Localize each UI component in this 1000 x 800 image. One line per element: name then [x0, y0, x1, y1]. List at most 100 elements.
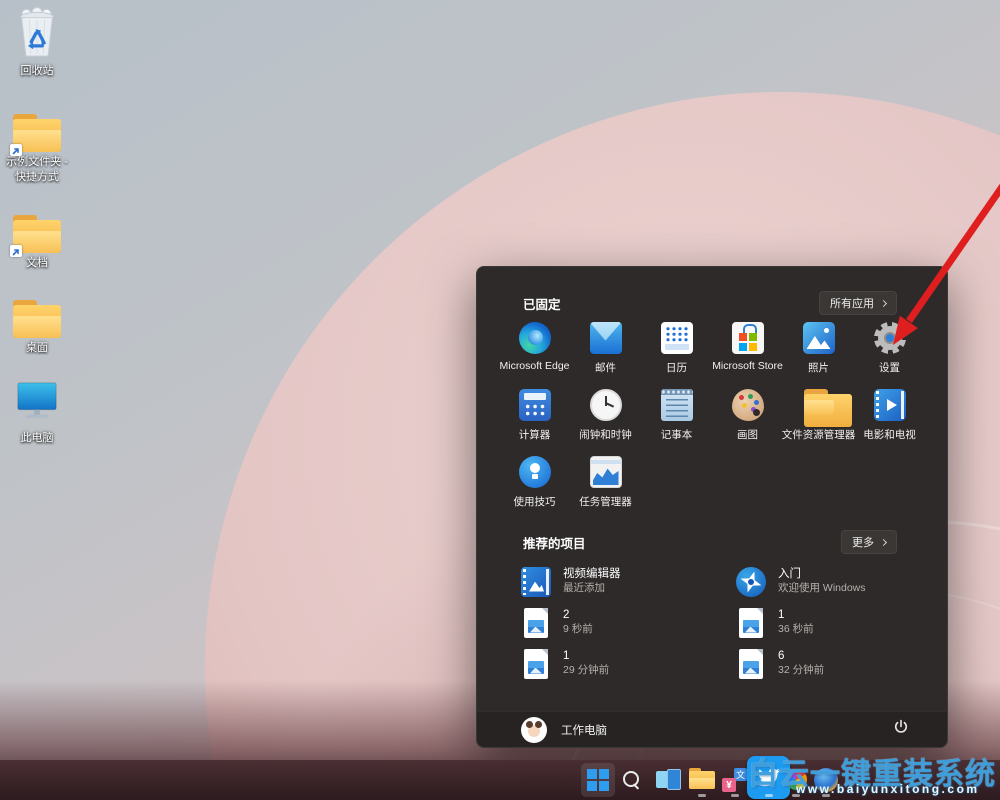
recommended-item-file[interactable]: 6 32 分钟前 — [736, 643, 931, 684]
app-label: 任务管理器 — [579, 494, 632, 509]
pinned-app-paint[interactable]: 画图 — [712, 384, 783, 451]
app-label: Microsoft Edge — [499, 360, 569, 372]
pinned-app-mail[interactable]: 邮件 — [570, 317, 641, 384]
app-label: 照片 — [808, 360, 829, 375]
desktop-icon-recycle-bin[interactable]: 回收站 — [4, 6, 70, 78]
user-avatar[interactable] — [521, 717, 547, 743]
running-indicator — [731, 794, 739, 797]
recommended-title: 视频编辑器 — [563, 567, 621, 582]
task-view-icon[interactable] — [656, 769, 680, 791]
alarm-clock-icon — [590, 389, 622, 421]
calculator-icon — [519, 389, 551, 421]
recommended-item-file[interactable]: 1 29 分钟前 — [521, 643, 736, 684]
app-label: 使用技巧 — [514, 494, 556, 509]
recommended-title: 2 — [563, 608, 593, 623]
windows-logo-icon[interactable] — [587, 769, 609, 791]
desktop-icon-label: 回收站 — [21, 65, 54, 78]
desktop-icon-label: 桌面 — [26, 342, 48, 355]
recommended-item-video-editor[interactable]: 视频编辑器 最近添加 — [521, 561, 736, 602]
desktop-icon-sample-folder[interactable]: 示例文件夹 - 快捷方式 — [4, 108, 70, 184]
power-button[interactable] — [887, 716, 915, 744]
pinned-app-tips[interactable]: 使用技巧 — [499, 451, 570, 518]
desktop-icon-label: 文档 — [26, 257, 48, 270]
edge-icon — [519, 322, 551, 354]
translate-currency-app-icon[interactable]: 文 ¥ — [722, 768, 747, 792]
pinned-section-header: 已固定 — [523, 294, 561, 313]
file-explorer-taskbar-icon[interactable] — [689, 768, 715, 791]
pinned-app-photos[interactable]: 照片 — [783, 317, 854, 384]
pinned-app-task-manager[interactable]: 任务管理器 — [570, 451, 641, 518]
recommended-subtitle: 欢迎使用 Windows — [778, 582, 866, 596]
shortcut-arrow-icon — [10, 245, 22, 257]
running-indicator — [765, 794, 773, 797]
recommended-subtitle: 9 秒前 — [563, 623, 593, 637]
calendar-icon — [661, 322, 693, 354]
power-icon — [893, 719, 909, 740]
pinned-app-movies-tv[interactable]: 电影和电视 — [854, 384, 925, 451]
app-label: 计算器 — [519, 427, 551, 442]
recommended-subtitle: 最近添加 — [563, 582, 621, 596]
file-explorer-icon — [803, 389, 835, 421]
recommended-subtitle: 29 分钟前 — [563, 664, 609, 678]
more-label: 更多 — [852, 534, 874, 550]
desktop-icon-label: 示例文件夹 - — [6, 156, 68, 169]
recycle-bin-icon — [14, 6, 60, 63]
recommended-item-file[interactable]: 2 9 秒前 — [521, 602, 736, 643]
app-label: 画图 — [737, 427, 758, 442]
user-name[interactable]: 工作电脑 — [561, 722, 607, 738]
chevron-right-icon — [880, 300, 887, 307]
pinned-app-settings[interactable]: 设置 — [854, 317, 925, 384]
recommended-grid: 视频编辑器 最近添加 入门 欢迎使用 Windows 2 9 秒前 1 36 秒… — [521, 561, 931, 684]
desktop-icon-label: 此电脑 — [21, 432, 54, 445]
search-icon[interactable] — [622, 770, 642, 790]
start-menu: 已固定 所有应用 Microsoft Edge 邮件 日历 Microsoft … — [476, 266, 948, 748]
currency-glyph: ¥ — [722, 778, 736, 792]
tips-bulb-icon — [519, 456, 551, 488]
running-indicator — [698, 794, 706, 797]
all-apps-label: 所有应用 — [830, 295, 874, 311]
pinned-app-alarms[interactable]: 闹钟和时钟 — [570, 384, 641, 451]
pinned-app-edge[interactable]: Microsoft Edge — [499, 317, 570, 384]
desktop-icon-documents[interactable]: 文档 — [4, 209, 70, 270]
movies-tv-icon — [874, 389, 906, 421]
desktop-icon-label: 快捷方式 — [15, 171, 59, 184]
settings-gear-icon — [874, 322, 906, 354]
image-file-icon — [739, 608, 763, 638]
this-pc-icon — [14, 379, 60, 430]
get-started-icon — [736, 567, 766, 597]
pinned-app-notepad[interactable]: 记事本 — [641, 384, 712, 451]
app-label: Microsoft Store — [712, 360, 783, 372]
image-file-icon — [739, 649, 763, 679]
all-apps-button[interactable]: 所有应用 — [819, 291, 897, 315]
desktop-icon-this-pc[interactable]: 此电脑 — [4, 379, 70, 445]
pinned-app-store[interactable]: Microsoft Store — [712, 317, 783, 384]
start-menu-user-bar: 工作电脑 — [477, 711, 947, 747]
image-file-icon — [524, 649, 548, 679]
shortcut-arrow-icon — [10, 144, 22, 156]
folder-icon — [12, 300, 62, 340]
paint-palette-icon — [732, 389, 764, 421]
pinned-app-file-explorer[interactable]: 文件资源管理器 — [783, 384, 854, 451]
desktop-icon-column: 回收站 示例文件夹 - 快捷方式 文档 桌面 — [4, 6, 72, 469]
recommended-item-file[interactable]: 1 36 秒前 — [736, 602, 931, 643]
app-label: 设置 — [879, 360, 900, 375]
app-label: 闹钟和时钟 — [579, 427, 632, 442]
app-label: 记事本 — [661, 427, 693, 442]
pinned-app-calculator[interactable]: 计算器 — [499, 384, 570, 451]
recommended-subtitle: 36 秒前 — [778, 623, 814, 637]
pinned-apps-grid: Microsoft Edge 邮件 日历 Microsoft Store 照片 … — [499, 317, 925, 518]
photos-icon — [803, 322, 835, 354]
video-editor-icon — [521, 567, 551, 597]
store-icon — [732, 322, 764, 354]
app-label: 电影和电视 — [863, 427, 916, 442]
recommended-title: 6 — [778, 649, 824, 664]
desktop-icon-desktop-folder[interactable]: 桌面 — [4, 294, 70, 355]
recommended-title: 1 — [563, 649, 609, 664]
more-button[interactable]: 更多 — [841, 530, 897, 554]
pinned-app-calendar[interactable]: 日历 — [641, 317, 712, 384]
recommended-section-header: 推荐的项目 — [523, 533, 586, 552]
chevron-right-icon — [880, 539, 887, 546]
recommended-item-get-started[interactable]: 入门 欢迎使用 Windows — [736, 561, 931, 602]
app-label: 日历 — [666, 360, 687, 375]
app-label: 文件资源管理器 — [782, 427, 856, 442]
